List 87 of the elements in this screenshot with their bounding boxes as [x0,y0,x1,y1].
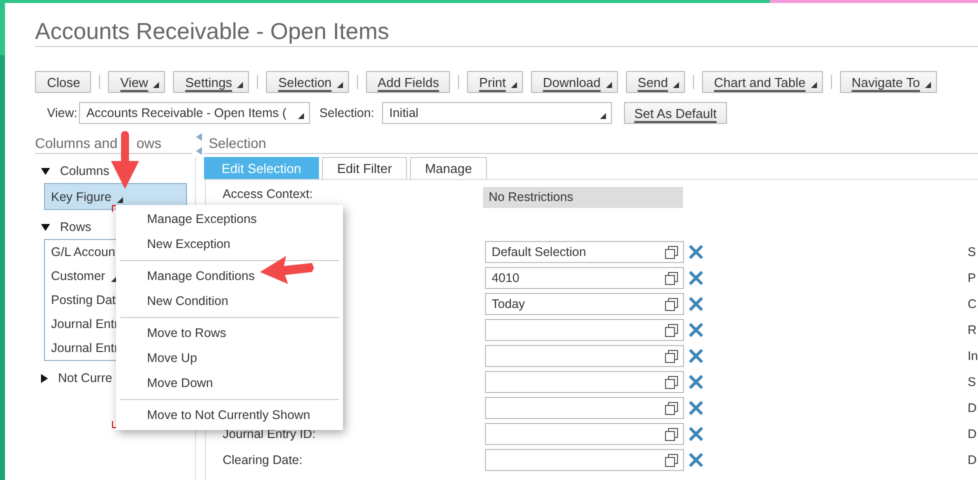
field-label: S [968,375,976,389]
menu-item[interactable]: New Exception [116,232,343,257]
group-label: Columns [60,164,110,178]
tab[interactable]: Manage [410,157,487,179]
caret-icon [117,196,124,202]
caret-icon [510,82,517,88]
caret-icon [606,82,612,88]
field-label: D [968,427,977,441]
input-field[interactable] [484,319,684,341]
panel-title: Selection [204,133,978,154]
tree-item[interactable]: Key Figure [45,184,186,209]
field-label: R [968,323,977,337]
value-help-icon[interactable] [664,454,678,466]
field-label: P [968,271,976,285]
field-label: In [968,349,978,363]
input-field[interactable] [484,371,684,393]
clear-icon[interactable] [688,401,703,415]
clear-icon[interactable] [688,323,703,337]
menu-item[interactable]: Move to Not Currently Shown [116,403,343,428]
input-field[interactable] [484,423,684,445]
caret-icon [925,82,931,88]
value-help-icon[interactable] [664,324,678,336]
caret-icon [673,82,680,88]
input-field[interactable] [484,397,684,419]
clear-icon[interactable] [688,297,703,311]
group-label: Not Curre [58,371,112,385]
caret-icon [336,82,343,88]
field-label: Access Context: [222,187,314,201]
input-field[interactable]: Default Selection [484,241,684,263]
toolbar-button[interactable]: Settings [173,71,250,93]
clear-icon[interactable] [688,375,703,389]
clear-icon[interactable] [688,349,703,363]
toolbar-button[interactable]: Close [35,71,92,93]
caret-icon [298,113,304,119]
toolbar-button[interactable]: Download [530,71,618,93]
caret-icon [153,82,160,88]
value-help-icon[interactable] [664,350,678,362]
collapse-icon[interactable] [41,224,50,230]
toolbar-button[interactable]: View [108,71,166,93]
clear-icon[interactable] [688,453,703,467]
panel-title: ows [136,134,162,153]
input-field[interactable]: 4010 [484,267,684,289]
clear-icon[interactable] [688,245,703,259]
toolbar-button[interactable]: Chart and Table [702,71,823,93]
input-field[interactable] [484,449,684,471]
menu-item[interactable]: Manage Conditions [116,264,343,289]
value-help-icon[interactable] [664,298,678,310]
selection-dropdown[interactable]: Initial [382,102,612,124]
panel-title: Columns and [35,134,118,153]
caret-icon [237,82,244,88]
value-help-icon[interactable] [664,246,678,258]
selection-label: Selection: [319,106,374,120]
field-label: S [968,245,976,259]
value-help-icon[interactable] [664,376,678,388]
input-field[interactable]: Today [484,293,684,315]
menu-item[interactable]: Move to Rows [116,321,343,346]
toolbar-button[interactable]: Print [467,71,523,93]
field-label: D [968,401,977,415]
toolbar-button[interactable]: Navigate To [840,71,937,93]
view-label: View: [47,106,78,120]
value-help-icon[interactable] [664,428,678,440]
field-label: D [968,453,977,467]
group-label: Rows [60,220,92,234]
toolbar-button[interactable]: Add Fields [366,71,450,93]
window-title: Accounts Receivable - Open Items [35,3,978,47]
value-display: No Restrictions [482,187,683,208]
caret-icon [600,113,606,119]
field-label: C [968,297,977,311]
toolbar-button[interactable]: Send [626,71,686,93]
clear-icon[interactable] [688,427,703,441]
expand-icon[interactable] [41,374,48,382]
tab[interactable]: Edit Filter [322,157,407,179]
panel-toggle-icon[interactable] [196,133,203,157]
view-dropdown[interactable]: Accounts Receivable - Open Items ( [79,102,310,124]
value-help-icon[interactable] [664,272,678,284]
clear-icon[interactable] [688,271,703,285]
menu-item[interactable]: Move Up [116,346,343,371]
menu-item[interactable]: New Condition [116,289,343,314]
set-default-button[interactable]: Set As Default [624,102,727,124]
field-label: Clearing Date: [222,453,304,467]
toolbar-button[interactable]: Selection [266,71,349,93]
caret-icon [810,82,817,88]
collapse-icon[interactable] [41,168,50,174]
value-help-icon[interactable] [664,402,678,414]
menu-item[interactable]: Move Down [116,371,343,396]
input-field[interactable] [484,345,684,367]
menu-item[interactable]: Manage Exceptions [116,207,343,232]
